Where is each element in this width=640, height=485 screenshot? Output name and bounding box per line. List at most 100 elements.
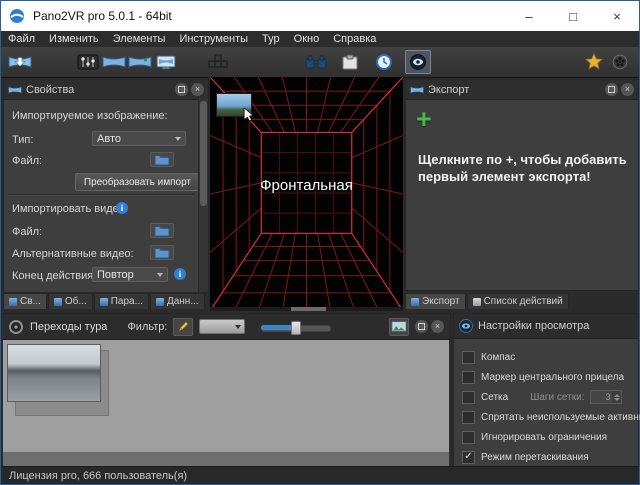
center-marker-label: Маркер центрального прицела	[481, 371, 625, 383]
toolbar-cube-faces-button[interactable]	[205, 50, 231, 74]
tab-icon	[9, 297, 17, 306]
toolbar-panorama-button[interactable]	[101, 50, 127, 74]
convert-input-button[interactable]: Преобразовать импорт	[74, 173, 200, 191]
menu-file[interactable]: Файл	[1, 33, 42, 45]
slider-thumb[interactable]	[290, 320, 301, 335]
menu-edit[interactable]: Изменить	[42, 33, 106, 45]
clipboard-icon	[342, 54, 358, 70]
add-export-button[interactable]: +	[416, 106, 432, 133]
grid-steps-label: Шаги сетки:	[530, 391, 585, 403]
menu-elements[interactable]: Элементы	[106, 33, 173, 45]
menu-window[interactable]: Окно	[287, 33, 327, 45]
option-row-grid[interactable]: Сетка Шаги сетки: 3	[462, 390, 623, 404]
panorama-thumbnail[interactable]	[216, 93, 255, 122]
close-button[interactable]: ×	[595, 1, 639, 31]
info-icon[interactable]: i	[116, 202, 128, 214]
tab-icon	[99, 297, 108, 306]
info-icon[interactable]: i	[174, 268, 186, 280]
toolbar-import-button[interactable]	[7, 50, 33, 74]
tab-action-list[interactable]: Список действий	[466, 293, 569, 309]
option-row-hide-hotspots[interactable]: Спрятать неиспользуемые активные зоны	[462, 410, 640, 424]
tab-label: Данн...	[166, 296, 199, 307]
tour-transitions-panel: Переходы тура Фильтр: ×	[1, 313, 451, 469]
tab-export[interactable]: Экспорт	[405, 293, 466, 309]
ignore-limits-checkbox[interactable]	[462, 430, 475, 444]
grid-steps-value: 3	[605, 392, 611, 402]
spinner-arrows[interactable]	[612, 391, 622, 403]
file-browse-button[interactable]	[150, 152, 174, 167]
grid-steps-spinner[interactable]: 3	[590, 390, 623, 404]
center-marker-checkbox[interactable]	[462, 370, 475, 384]
menu-help[interactable]: Справка	[326, 33, 383, 45]
view-settings-icon	[459, 319, 473, 333]
end-action-dropdown[interactable]: Повтор	[92, 267, 168, 282]
compass-checkbox[interactable]	[462, 350, 475, 364]
tab-parameters[interactable]: Пара...	[93, 293, 149, 309]
float-panel-icon[interactable]	[175, 83, 188, 96]
option-row-drag-mode[interactable]: ✓ Режим перетаскивания	[462, 450, 589, 464]
window-controls: – □ ×	[507, 1, 639, 31]
panorama-preview[interactable]: Фронтальная	[210, 77, 403, 311]
toolbar-find-button[interactable]	[303, 50, 329, 74]
tab-label: Об...	[64, 296, 87, 307]
slider-fill	[261, 324, 293, 330]
close-panel-icon[interactable]: ×	[621, 83, 634, 96]
tab-label: Экспорт	[422, 296, 460, 307]
drag-mode-checkbox[interactable]: ✓	[462, 450, 475, 464]
toolbar-clipboard-button[interactable]	[337, 50, 363, 74]
window-title: Pano2VR pro 5.0.1 - 64bit	[33, 9, 172, 23]
tab-data[interactable]: Данн...	[149, 293, 205, 309]
type-dropdown[interactable]: Авто	[92, 131, 186, 146]
option-row-ignore-limits[interactable]: Игнорировать ограничения	[462, 430, 607, 444]
maximize-button[interactable]: □	[551, 1, 595, 31]
type-label: Тип:	[12, 134, 34, 146]
panorama-photo-thumbnail[interactable]	[7, 344, 101, 402]
toolbar-display-button[interactable]	[153, 50, 179, 74]
close-panel-icon[interactable]: ×	[431, 320, 444, 333]
toolbar-media-button[interactable]	[607, 50, 633, 74]
edit-filter-button[interactable]	[173, 317, 194, 336]
toolbar-time-button[interactable]	[371, 50, 397, 74]
image-icon	[391, 321, 407, 332]
tour-panel-title: Переходы тура	[30, 320, 108, 333]
grid-checkbox[interactable]	[462, 390, 475, 404]
filter-label: Фильтр:	[127, 320, 168, 333]
toolbar-upgrade-button[interactable]	[581, 50, 607, 74]
filter-dropdown[interactable]	[199, 319, 246, 334]
option-row-center-marker[interactable]: Маркер центрального прицела	[462, 370, 624, 384]
folder-icon	[154, 247, 170, 258]
scrollbar-thumb[interactable]	[291, 307, 326, 311]
close-panel-icon[interactable]: ×	[191, 83, 204, 96]
spinner-up-icon[interactable]	[613, 393, 620, 397]
toolbar-new-output-button[interactable]	[127, 50, 153, 74]
video-file-browse-button[interactable]	[150, 223, 174, 238]
import-video-label: Импортировать видео:	[12, 203, 128, 215]
transition-slider[interactable]	[261, 320, 332, 335]
trophy-icon	[585, 53, 603, 70]
float-panel-icon[interactable]	[415, 320, 428, 333]
tab-about[interactable]: Об...	[47, 293, 93, 309]
hide-hotspots-checkbox[interactable]	[462, 410, 475, 424]
alt-video-browse-button[interactable]	[150, 245, 174, 260]
toolbar-visibility-button[interactable]	[405, 50, 431, 74]
spinner-down-icon[interactable]	[613, 397, 620, 401]
menu-tools[interactable]: Инструменты	[172, 33, 255, 45]
display-output-icon	[156, 55, 176, 69]
menu-tour[interactable]: Тур	[255, 33, 287, 45]
minimize-button[interactable]: –	[507, 1, 551, 31]
folder-icon	[154, 225, 170, 236]
tab-icon	[155, 297, 164, 306]
panorama-icon	[8, 86, 22, 93]
preview-horizontal-scrollbar[interactable]	[210, 307, 403, 311]
float-panel-icon[interactable]	[605, 83, 618, 96]
import-panorama-icon	[8, 56, 32, 68]
app-window: Pano2VR pro 5.0.1 - 64bit – □ × Файл Изм…	[0, 0, 640, 485]
image-button[interactable]	[389, 317, 409, 336]
tour-panel-strip[interactable]	[3, 452, 449, 467]
option-row-compass[interactable]: Компас	[462, 350, 515, 364]
tab-properties[interactable]: Св...	[3, 293, 47, 309]
scrollbar-thumb[interactable]	[200, 101, 207, 206]
grid-label: Сетка	[481, 391, 509, 403]
properties-scrollbar[interactable]	[198, 99, 208, 292]
toolbar-viewer-parameters-button[interactable]	[75, 50, 101, 74]
